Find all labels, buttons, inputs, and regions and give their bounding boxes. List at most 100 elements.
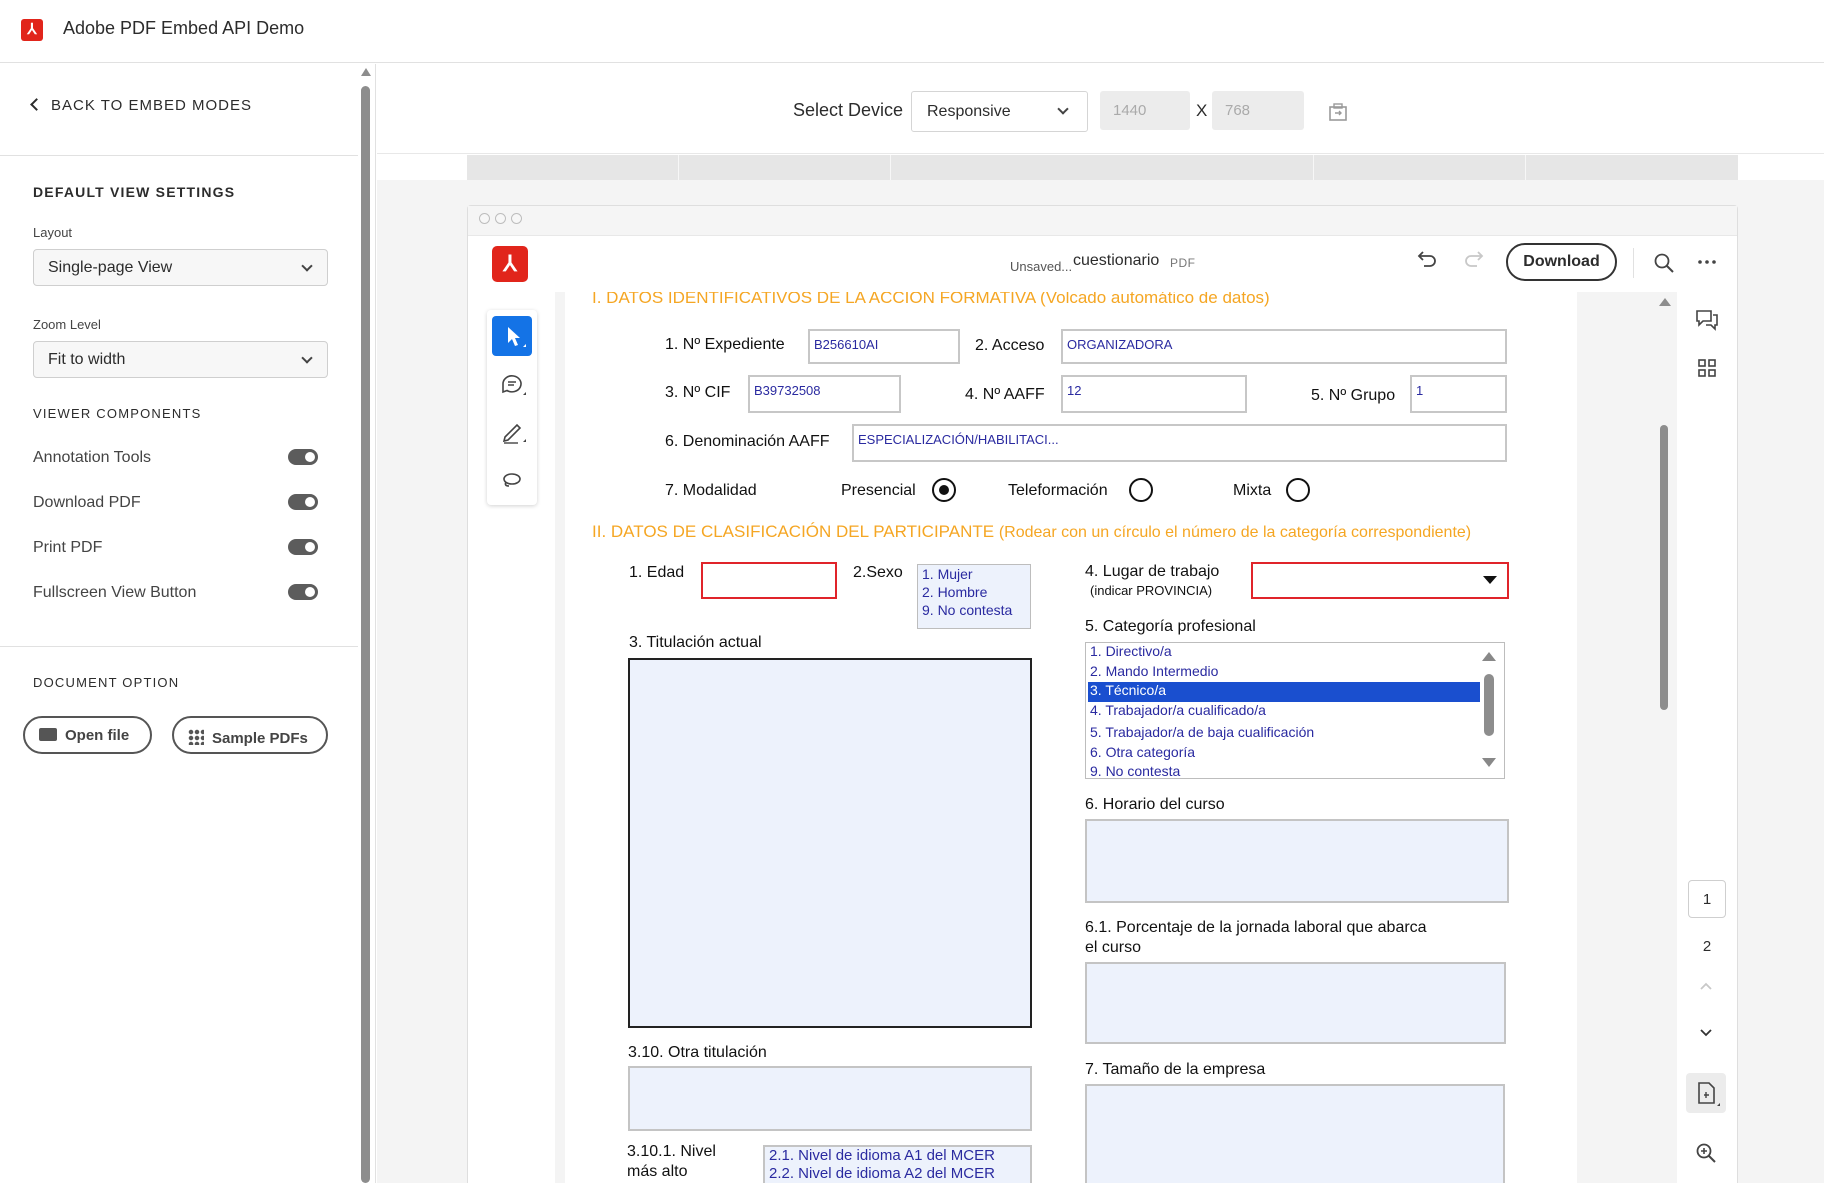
toggle-knob: [305, 587, 315, 597]
page-2-button[interactable]: 2: [1688, 928, 1726, 966]
zoom-level-select[interactable]: Fit to width: [33, 341, 328, 378]
pdf-page: I. DATOS IDENTIFICATIVOS DE LA ACCIÓN FO…: [565, 292, 1577, 1183]
categoria-listbox[interactable]: 1. Directivo/a 2. Mando Intermedio 3. Té…: [1085, 642, 1505, 779]
titulacion-field[interactable]: [628, 658, 1032, 1028]
toggle-label: Print PDF: [33, 539, 103, 556]
fullscreen-view-toggle[interactable]: [288, 584, 318, 600]
list-item[interactable]: 2.2. Nivel de idioma A2 del MCER: [769, 1165, 995, 1182]
edad-label: 1. Edad: [629, 564, 685, 581]
zoom-level-label: Zoom Level: [33, 317, 101, 332]
listbox-scroll-up-icon[interactable]: [1482, 652, 1496, 661]
mixta-radio[interactable]: [1286, 478, 1310, 502]
redo-icon[interactable]: [1464, 250, 1486, 270]
grupo-field[interactable]: 1: [1410, 375, 1507, 413]
comment-tool-button[interactable]: [492, 364, 532, 404]
device-select[interactable]: Responsive: [911, 91, 1088, 132]
scroll-up-arrow-icon[interactable]: [361, 68, 371, 76]
toggle-row-annotation-tools: Annotation Tools: [33, 446, 323, 470]
undo-icon[interactable]: [1415, 250, 1437, 270]
page-fit-button[interactable]: [1686, 1073, 1726, 1113]
print-pdf-toggle[interactable]: [288, 539, 318, 555]
pen-icon: [502, 423, 526, 444]
list-item[interactable]: 9. No contesta: [1090, 763, 1180, 778]
horario-label: 6. Horario del curso: [1085, 796, 1225, 813]
list-item-selected[interactable]: 3. Técnico/a: [1088, 682, 1480, 702]
draw-tool-button[interactable]: [492, 411, 532, 451]
list-item[interactable]: 6. Otra categoría: [1090, 744, 1195, 760]
lugar-label: 4. Lugar de trabajo: [1085, 563, 1220, 580]
chevron-left-icon: [30, 98, 43, 111]
lugar-select[interactable]: [1251, 562, 1509, 599]
toggle-label: Fullscreen View Button: [33, 584, 197, 601]
dimension-separator: X: [1196, 101, 1208, 120]
list-item[interactable]: 5. Trabajador/a de baja cualificación: [1090, 724, 1314, 740]
viewer-right-rail: [1677, 292, 1737, 1183]
download-button[interactable]: Download: [1506, 243, 1617, 281]
porcentaje-label-line2: el curso: [1085, 939, 1142, 956]
modalidad-option-label: Mixta: [1233, 482, 1272, 499]
height-input[interactable]: 768: [1212, 91, 1304, 130]
open-file-button[interactable]: Open file: [23, 716, 152, 754]
download-pdf-toggle[interactable]: [288, 494, 318, 510]
cif-field[interactable]: B39732508: [748, 375, 901, 413]
otra-titulacion-field[interactable]: [628, 1066, 1032, 1131]
chevron-up-icon[interactable]: [1698, 980, 1714, 992]
folder-icon: [39, 728, 57, 741]
sexo-listbox[interactable]: 1. Mujer 2. Hombre 9. No contesta: [917, 564, 1031, 629]
radio-dot: [939, 485, 949, 495]
pdf-scroll-thumb[interactable]: [1660, 425, 1668, 710]
list-item[interactable]: 2. Mando Intermedio: [1090, 663, 1218, 679]
chevron-down-icon: [301, 260, 313, 272]
sexo-label: 2.Sexo: [853, 564, 903, 581]
select-tool-button[interactable]: [492, 316, 532, 356]
rotate-device-icon[interactable]: [1327, 101, 1349, 123]
denominacion-field[interactable]: ESPECIALIZACIÓN/HABILITACI...: [852, 424, 1507, 462]
annotation-tools-toggle[interactable]: [288, 449, 318, 465]
list-item[interactable]: 2.1. Nivel de idioma A1 del MCER: [769, 1147, 995, 1164]
sample-pdfs-button[interactable]: Sample PDFs: [172, 716, 328, 754]
modalidad-option-label: Presencial: [841, 482, 916, 499]
pdf-scroll-up-icon[interactable]: [1659, 298, 1671, 306]
list-item[interactable]: 4. Trabajador/a cualificado/a: [1090, 702, 1266, 718]
layout-select[interactable]: Single-page View: [33, 249, 328, 286]
zoom-select-value: Fit to width: [48, 351, 126, 368]
ruler-tick: [890, 155, 891, 180]
edad-field[interactable]: [701, 562, 837, 599]
list-item[interactable]: 1. Mujer: [922, 566, 973, 582]
width-input[interactable]: 1440: [1100, 91, 1190, 130]
freeform-tool-button[interactable]: [492, 460, 532, 500]
search-icon[interactable]: [1653, 252, 1675, 274]
back-to-embed-modes-link[interactable]: BACK TO EMBED MODES: [30, 97, 252, 114]
expediente-field[interactable]: B256610AI: [808, 329, 960, 364]
zoom-in-icon[interactable]: [1695, 1142, 1717, 1164]
comments-panel-icon[interactable]: [1694, 308, 1720, 332]
window-dot: [511, 213, 522, 224]
aaff-field[interactable]: 12: [1061, 375, 1247, 413]
listbox-scroll-thumb[interactable]: [1484, 674, 1494, 736]
default-view-settings-heading: DEFAULT VIEW SETTINGS: [33, 184, 236, 200]
horario-field[interactable]: [1085, 819, 1509, 903]
porcentaje-label-line1: 6.1. Porcentaje de la jornada laboral qu…: [1085, 919, 1427, 936]
tamano-field[interactable]: [1085, 1084, 1505, 1183]
chevron-down-icon[interactable]: [1698, 1027, 1714, 1039]
app-header: ⅄ Adobe PDF Embed API Demo: [0, 0, 1824, 63]
sidebar-scroll-thumb[interactable]: [361, 86, 370, 1183]
list-item[interactable]: 1. Directivo/a: [1090, 643, 1172, 659]
toggle-knob: [305, 452, 315, 462]
list-item[interactable]: 2. Hombre: [922, 584, 987, 600]
teleformacion-radio[interactable]: [1129, 478, 1153, 502]
presencial-radio[interactable]: [932, 478, 956, 502]
listbox-scroll-down-icon[interactable]: [1482, 758, 1496, 767]
list-item[interactable]: 9. No contesta: [922, 602, 1012, 618]
porcentaje-field[interactable]: [1085, 962, 1506, 1044]
modalidad-label: 7. Modalidad: [665, 482, 757, 499]
lasso-icon: [503, 473, 521, 487]
more-options-icon[interactable]: [1696, 256, 1718, 268]
nivel-listbox[interactable]: 2.1. Nivel de idioma A1 del MCER 2.2. Ni…: [763, 1145, 1032, 1183]
page-1-button[interactable]: 1: [1688, 880, 1726, 918]
select-device-label: Select Device: [793, 100, 904, 120]
section-2-title: II. DATOS DE CLASIFICACIÓN DEL PARTICIPA…: [592, 522, 1471, 542]
thumbnails-grid-icon[interactable]: [1697, 358, 1717, 378]
toggle-label: Annotation Tools: [33, 449, 152, 466]
acceso-field[interactable]: ORGANIZADORA: [1061, 329, 1507, 364]
